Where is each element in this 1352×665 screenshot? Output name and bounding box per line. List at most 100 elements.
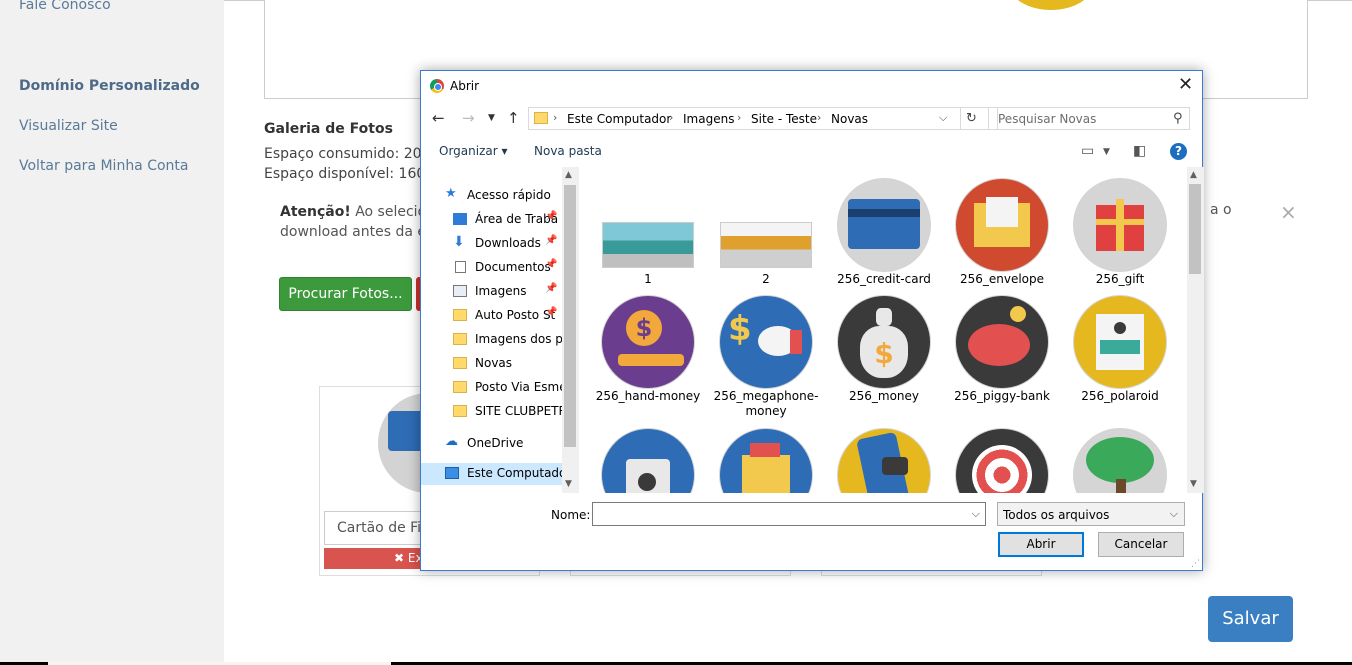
preview-pane-icon[interactable]: ◧ [1133,143,1146,159]
resize-grip-icon[interactable]: ⋰ [1191,559,1200,569]
sidebar-link-back-account[interactable]: Voltar para Minha Conta [19,158,189,174]
address-dropdown-icon[interactable]: ⌵ [939,111,947,125]
folder-icon [453,309,467,321]
file-item[interactable] [829,425,939,493]
nav-label: OneDrive [467,436,524,450]
file-item[interactable]: 256_credit-card [829,175,939,286]
breadcrumb-images[interactable]: Imagens [683,112,734,126]
file-item[interactable] [947,425,1057,493]
alert-tail: a o [1210,202,1232,218]
pin-icon: 📌 [545,283,558,294]
navigation-pane: ★ Acesso rápido Área de Traba 📌 ⬇ Downlo… [421,167,579,493]
file-item[interactable]: 2 [711,175,821,286]
nav-item-folder[interactable]: Posto Via Esmer [453,377,572,399]
file-scrollbar[interactable]: ▲ ▼ [1187,167,1204,493]
scroll-up-icon[interactable]: ▲ [1190,170,1197,180]
close-icon[interactable]: ✕ [1178,74,1193,95]
new-folder-button[interactable]: Nova pasta [534,144,602,158]
file-item[interactable] [711,425,821,493]
file-item[interactable] [593,425,703,493]
space-available: Espaço disponível: 160 M [264,166,442,182]
nav-item-downloads[interactable]: ⬇ Downloads 📌 [453,233,562,255]
sidebar-link-view-site[interactable]: Visualizar Site [19,118,118,134]
nav-item-folder[interactable]: Auto Posto St 📌 [453,305,562,327]
file-type-select[interactable]: Todos os arquivos ⌵ [997,502,1185,526]
file-item[interactable]: 1 [593,175,703,286]
breadcrumb-this-pc[interactable]: Este Computador [567,112,671,126]
address-bar[interactable]: › Este Computador › Imagens › Site - Tes… [528,107,998,130]
chevron-down-icon[interactable]: ⌵ [972,507,980,521]
chrome-icon [430,79,444,93]
alert-line2: download antes da ex [280,224,435,240]
file-item[interactable]: 256_piggy-bank [947,292,1057,422]
nav-item-quick-access[interactable]: ★ Acesso rápido [445,185,562,207]
file-name: 256_piggy-bank [954,389,1050,403]
megaphone-money-icon: $ [720,296,812,388]
space-used: Espaço consumido: 20,2 [264,146,435,162]
organize-menu[interactable]: Organizar ▾ [439,144,508,158]
file-item[interactable]: 256_polaroid [1065,292,1175,422]
up-arrow-icon[interactable]: ↑ [507,109,520,127]
scroll-thumb[interactable] [564,185,576,447]
search-input[interactable]: Pesquisar Novas ⚲ [988,107,1190,130]
save-button[interactable]: Salvar [1208,596,1293,642]
file-item[interactable]: $ 256_hand-money [593,292,703,422]
forward-arrow-icon[interactable]: → [462,109,475,127]
nav-item-this-pc[interactable]: Este Computador [421,463,571,485]
nav-item-folder[interactable]: Imagens dos prê [453,329,575,351]
folder-icon [453,333,467,345]
nav-scrollbar[interactable]: ▲ ▼ [562,167,579,493]
target-icon [956,429,1048,493]
star-icon: ★ [445,186,457,201]
credit-card-icon [838,179,930,271]
breadcrumb-site-teste[interactable]: Site - Teste [751,112,817,126]
scroll-up-icon[interactable]: ▲ [565,170,572,180]
pin-icon: 📌 [545,307,558,318]
folder-icon [453,405,467,417]
file-item[interactable]: $ 256_money [829,292,939,422]
nav-item-onedrive[interactable]: ☁ OneDrive [445,433,562,455]
view-dropdown-icon[interactable]: ▼ [1103,147,1110,157]
nav-item-images[interactable]: Imagens 📌 [453,281,562,303]
sidebar: Fale Conosco Domínio Personalizado Visua… [0,0,224,665]
chevron-down-icon: ⌵ [1169,507,1178,520]
cancel-button[interactable]: Cancelar [1098,532,1184,557]
scroll-down-icon[interactable]: ▼ [1190,479,1197,489]
gallery-title: Galeria de Fotos [264,121,393,137]
breadcrumb-novas[interactable]: Novas [831,112,868,126]
polaroid-icon [1074,296,1166,388]
recent-locations-icon[interactable]: ▼ [488,113,495,123]
money-bag-icon: $ [838,296,930,388]
file-item[interactable]: 256_gift [1065,175,1175,286]
filename-label: Nome: [551,508,591,522]
scroll-thumb[interactable] [1189,184,1201,274]
back-arrow-icon[interactable]: ← [432,109,445,127]
file-name: 256_megaphone-money [713,389,819,418]
scroll-down-icon[interactable]: ▼ [565,479,572,489]
nav-item-documents[interactable]: Documentos 📌 [453,257,562,279]
file-item[interactable]: 256_envelope [947,175,1057,286]
safe-icon [602,429,694,493]
browse-photos-button[interactable]: Procurar Fotos... [279,277,412,311]
pin-icon: 📌 [545,235,558,246]
refresh-icon[interactable]: ↻ [960,108,982,129]
computer-icon [445,467,459,479]
alert-close-icon[interactable]: × [1280,200,1297,224]
nav-item-folder[interactable]: Novas [453,353,562,375]
help-icon[interactable]: ? [1170,143,1187,160]
file-name: 1 [644,272,652,286]
nav-item-folder[interactable]: SITE CLUBPETRO [453,401,576,423]
file-name: 256_gift [1095,272,1145,286]
sidebar-link-contact[interactable]: Fale Conosco [19,0,111,13]
file-item[interactable]: $ 256_megaphone-money [711,292,821,422]
nav-label: Este Computador [467,466,572,480]
filename-input[interactable]: ⌵ [592,502,986,526]
nav-label: Imagens dos prê [475,332,575,346]
alert-strong: Atenção! [280,204,351,220]
dialog-title: Abrir [450,79,480,93]
open-button[interactable]: Abrir [998,532,1084,557]
sidebar-link-custom-domain[interactable]: Domínio Personalizado [19,78,200,94]
nav-item-desktop[interactable]: Área de Traba 📌 [453,209,562,231]
file-item[interactable] [1065,425,1175,493]
view-options-icon[interactable]: ▭ [1081,143,1094,159]
